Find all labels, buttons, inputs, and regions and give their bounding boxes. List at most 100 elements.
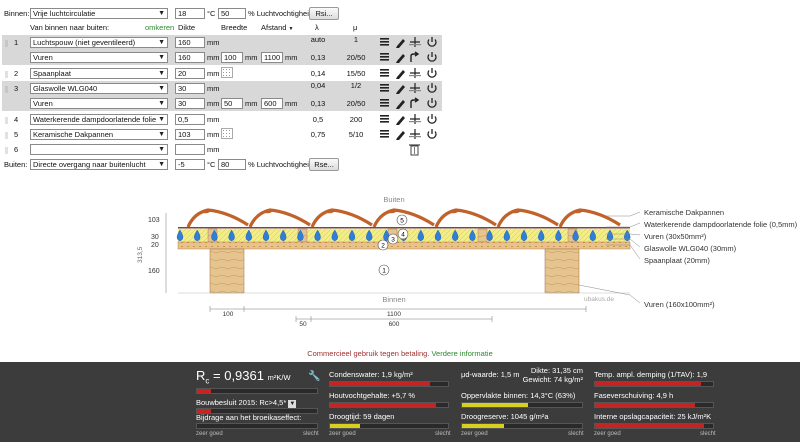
moisture-label: Houtvochtgehalte: +5,7 % [329, 391, 416, 400]
drag-handle-icon[interactable] [5, 40, 8, 47]
layer-2-mu: 15/50 [346, 69, 366, 78]
spacing-header[interactable]: Afstand ▼ [261, 22, 293, 35]
legend-foil: Waterkerende dampdoorlatende folie (0,5m… [644, 220, 798, 229]
add-row-icon[interactable] [409, 114, 421, 124]
menu-icon[interactable] [380, 115, 389, 123]
layer-2-thickness-input[interactable]: 20 [175, 68, 205, 79]
power-icon[interactable] [427, 129, 437, 139]
layer-4-material-select[interactable]: Waterkerende dampdoorlatende folie ▼ [30, 114, 168, 125]
chevron-down-icon: ▼ [158, 161, 165, 168]
menu-icon[interactable] [380, 53, 389, 61]
layer-4-thickness-input[interactable]: 0,5 [175, 114, 205, 125]
layer-3-sub-material-value: Vuren [33, 99, 53, 108]
layer-1-mu: 1 [353, 35, 359, 44]
rsi-button[interactable]: Rsi... [309, 7, 339, 20]
rse-button[interactable]: Rse... [309, 158, 339, 171]
pencil-icon[interactable] [396, 85, 405, 94]
layer-1-thickness-input[interactable]: 160 [175, 37, 205, 48]
dim-600: 600 [389, 321, 400, 328]
pencil-icon[interactable] [396, 70, 405, 79]
add-substructure-icon[interactable] [221, 128, 233, 139]
drag-handle-icon[interactable] [5, 86, 8, 93]
power-icon[interactable] [427, 98, 437, 108]
pencil-icon[interactable] [396, 100, 405, 109]
menu-icon[interactable] [380, 84, 389, 92]
power-icon[interactable] [427, 114, 437, 124]
layer-5-thickness-input[interactable]: 103 [175, 129, 205, 140]
move-icon[interactable] [410, 97, 420, 108]
menu-icon[interactable] [380, 69, 389, 77]
add-row-icon[interactable] [409, 129, 421, 139]
drag-handle-icon[interactable] [5, 147, 8, 154]
legend-beams: Vuren (160x100mm²) [644, 300, 715, 309]
condens-bar [329, 381, 449, 387]
layer-3-sub-material-select[interactable]: Vuren ▼ [30, 98, 168, 109]
chevron-down-icon[interactable]: ▼ [288, 400, 297, 408]
outside-type-select[interactable]: Directe overgang naar buitenlucht ▼ [30, 159, 168, 170]
phase-label: Faseverschuiving: 4,9 h [594, 391, 674, 400]
menu-icon[interactable] [380, 130, 389, 138]
outside-rh-input[interactable]: 80 [218, 159, 246, 170]
layer-6-material-select[interactable]: ▼ [30, 144, 168, 155]
inside-temp-input[interactable]: 18 [175, 8, 205, 19]
outside-label: Buiten: [4, 160, 28, 169]
inside-type-select[interactable]: Vrije luchtcirculatie ▼ [30, 8, 168, 19]
rc-label: R [196, 368, 206, 383]
rc-value: Rc = 0,9361 m²K/W [196, 368, 291, 386]
layer-3-lambda: 0,04 [310, 81, 326, 90]
order-header: Van binnen naar buiten: [30, 23, 110, 32]
layer-3-thickness-input[interactable]: 30 [175, 83, 205, 94]
add-row-icon[interactable] [409, 83, 421, 93]
outside-temp-input[interactable]: -5 [175, 159, 205, 170]
layer-1-sub-thickness-input[interactable]: 160 [175, 52, 205, 63]
power-icon[interactable] [427, 37, 437, 47]
phase-bar [594, 402, 714, 408]
layer-3-material-select[interactable]: Glaswolle WLG040 ▼ [30, 83, 168, 94]
add-row-icon[interactable] [409, 37, 421, 47]
pencil-icon[interactable] [396, 54, 405, 63]
wrench-icon[interactable]: 🔧 [308, 371, 320, 382]
drag-handle-icon[interactable] [5, 132, 8, 139]
thickness-header: Dikte [178, 23, 196, 32]
pencil-icon[interactable] [396, 39, 405, 48]
layer-1-sub-width-input[interactable]: 100 [221, 52, 243, 63]
menu-icon[interactable] [380, 38, 389, 46]
power-icon[interactable] [427, 52, 437, 62]
layer-3-number: 3 [14, 84, 19, 93]
pencil-icon[interactable] [396, 116, 405, 125]
power-icon[interactable] [427, 68, 437, 78]
diagram-top-label: Buiten [383, 195, 404, 204]
more-info-link[interactable]: Verdere informatie [431, 349, 492, 358]
legend-tiles: Keramische Dakpannen [644, 208, 724, 217]
layer-3-sub-thickness-input[interactable]: 30 [175, 98, 205, 109]
layer-5-material-select[interactable]: Keramische Dakpannen ▼ [30, 129, 168, 140]
results-panel: Rc = 0,9361 m²K/W 🔧 Bouwbesluit 2015: Rc… [0, 362, 800, 442]
layer-3-sub-width-input[interactable]: 50 [221, 98, 243, 109]
reserve-bar [461, 423, 583, 429]
inside-temp-unit: °C [207, 9, 216, 18]
add-row-icon[interactable] [409, 68, 421, 78]
menu-icon[interactable] [380, 99, 389, 107]
layer-marker-4-label: 4 [401, 232, 405, 239]
trash-icon[interactable] [409, 144, 420, 156]
drag-handle-icon[interactable] [5, 71, 8, 78]
inside-rh-input[interactable]: 50 [218, 8, 246, 19]
power-icon[interactable] [427, 83, 437, 93]
outside-temp-unit: °C [207, 160, 216, 169]
layer-1-sub-spacing-input[interactable]: 1100 [261, 52, 283, 63]
drag-handle-icon[interactable] [5, 117, 8, 124]
move-icon[interactable] [410, 51, 420, 62]
layer-marker-3-label: 3 [391, 237, 395, 244]
layer-1-sub-material-select[interactable]: Vuren ▼ [30, 52, 168, 63]
layer-3-sub-spacing-input[interactable]: 600 [261, 98, 283, 109]
add-substructure-icon[interactable] [221, 67, 233, 78]
layer-6-thickness-input[interactable] [175, 144, 205, 155]
pencil-icon[interactable] [396, 131, 405, 140]
reverse-link[interactable]: omkeren [145, 22, 174, 33]
layer-2-lambda: 0,14 [310, 69, 326, 78]
commercial-notice-text: Commercieel gebruik tegen betaling. [307, 349, 430, 358]
chevron-down-icon: ▼ [158, 70, 165, 77]
layer-3-sub-unit: mm [207, 99, 220, 108]
layer-2-material-select[interactable]: Spaanplaat ▼ [30, 68, 168, 79]
layer-1-material-select[interactable]: Luchtspouw (niet geventileerd) ▼ [30, 37, 168, 48]
